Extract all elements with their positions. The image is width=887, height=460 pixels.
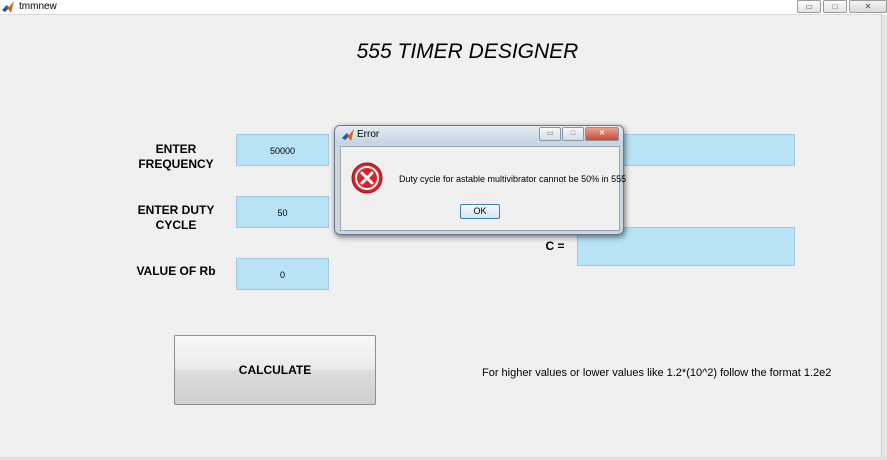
- frequency-input[interactable]: 50000: [236, 134, 329, 166]
- maximize-button[interactable]: □: [823, 0, 847, 13]
- rb-input[interactable]: 0: [236, 258, 329, 290]
- minimize-button[interactable]: ▭: [797, 0, 821, 13]
- duty-cycle-input[interactable]: 50: [236, 196, 329, 228]
- window-titlebar: tmmnew ▭ □ ✕: [0, 0, 887, 15]
- error-dialog: Error ▭ □ ✕ Duty cycle for astable multi…: [334, 125, 626, 235]
- error-dialog-body: Duty cycle for astable multivibrator can…: [340, 146, 626, 231]
- window-title: tmmnew: [19, 1, 57, 12]
- ok-button[interactable]: OK: [460, 204, 500, 219]
- matlab-icon: [2, 1, 14, 13]
- rb-label: VALUE OF Rb: [136, 264, 216, 278]
- dialog-maximize-button[interactable]: □: [562, 127, 584, 141]
- error-icon: [351, 162, 383, 194]
- dialog-close-button[interactable]: ✕: [585, 127, 619, 141]
- window-controls: ▭ □ ✕: [795, 0, 887, 13]
- window-frame-right: [881, 14, 887, 460]
- dialog-minimize-button[interactable]: ▭: [539, 127, 561, 141]
- dialog-controls: ▭ □ ✕: [538, 127, 619, 141]
- error-dialog-title: Error: [357, 129, 380, 140]
- error-dialog-titlebar[interactable]: Error ▭ □ ✕: [335, 126, 623, 144]
- format-hint: For higher values or lower values like 1…: [482, 367, 832, 379]
- calculate-button[interactable]: CALCULATE: [174, 335, 376, 405]
- page-title: 555 TIMER DESIGNER: [356, 40, 579, 63]
- matlab-icon: [342, 129, 354, 141]
- c-label: C =: [545, 239, 565, 253]
- duty-cycle-label: ENTER DUTY CYCLE: [137, 203, 215, 232]
- error-message: Duty cycle for astable multivibrator can…: [399, 174, 627, 184]
- close-button[interactable]: ✕: [849, 0, 887, 13]
- frequency-label: ENTER FREQUENCY: [138, 142, 214, 171]
